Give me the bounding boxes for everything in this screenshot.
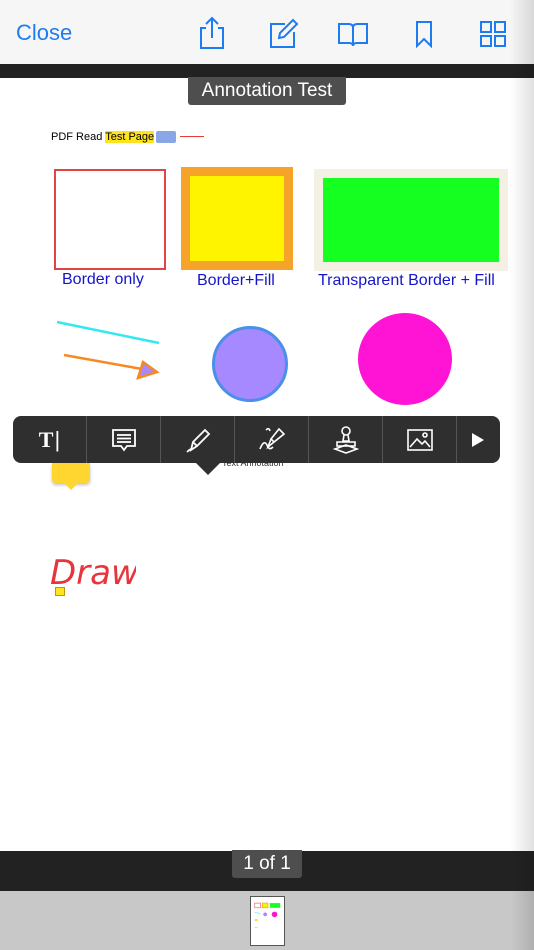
toolbar-pointer	[196, 463, 220, 475]
close-button[interactable]: Close	[16, 20, 72, 46]
caption-border-only: Border only	[62, 271, 144, 288]
page-header-text: PDF Read Test Page	[51, 131, 155, 143]
bookmark-icon[interactable]	[408, 16, 440, 50]
page-indicator: 1 of 1	[232, 850, 302, 878]
magenta-circle-annotation[interactable]	[358, 313, 452, 405]
note-tool-button[interactable]	[87, 416, 161, 463]
purple-circle-annotation[interactable]	[212, 326, 288, 402]
signature-tool-button[interactable]	[235, 416, 309, 463]
toolbar-separator	[0, 64, 534, 78]
sticky-note-tail	[63, 482, 79, 490]
comment-icon	[111, 428, 136, 451]
stamp-icon	[332, 425, 359, 454]
ink-selection-handle[interactable]	[55, 587, 65, 596]
thumbnail-preview: ~~	[254, 902, 281, 930]
grid-icon[interactable]	[477, 16, 509, 50]
text-cursor-icon: |	[54, 426, 61, 452]
document-title: Annotation Test	[188, 77, 346, 105]
annotation-toolbar: T |	[13, 416, 500, 463]
play-arrow-icon	[471, 432, 484, 447]
small-blue-rect-annotation[interactable]	[156, 131, 176, 143]
text-tool-button[interactable]: T |	[13, 416, 87, 463]
svg-text:~~: ~~	[255, 926, 259, 930]
border-fill-rectangle[interactable]	[181, 167, 293, 270]
page-thumbnail[interactable]: ~~	[250, 896, 285, 946]
sticky-note-annotation[interactable]	[52, 463, 90, 483]
caption-transparent: Transparent Border + Fill	[318, 272, 495, 289]
image-tool-button[interactable]	[383, 416, 457, 463]
caption-border-fill: Border+Fill	[197, 272, 275, 289]
top-navigation-bar: Close	[0, 0, 534, 65]
pen-tool-button[interactable]	[161, 416, 235, 463]
pen-icon	[185, 428, 210, 453]
book-icon[interactable]	[337, 16, 369, 50]
highlight-annotation[interactable]: Test Page	[105, 131, 155, 143]
border-only-rectangle[interactable]	[54, 169, 166, 270]
transparent-border-fill-rectangle[interactable]	[314, 169, 508, 271]
more-tools-button[interactable]	[457, 416, 496, 463]
line-and-arrow-annotations[interactable]	[50, 316, 170, 386]
fountain-pen-icon	[258, 427, 285, 450]
red-line-annotation[interactable]	[180, 136, 204, 137]
stamp-tool-button[interactable]	[309, 416, 383, 463]
image-icon	[406, 428, 433, 451]
header-plain-text: PDF Read	[51, 131, 103, 143]
text-tool-icon: T	[38, 426, 54, 452]
share-icon[interactable]	[196, 16, 228, 50]
edit-icon[interactable]	[267, 16, 299, 50]
